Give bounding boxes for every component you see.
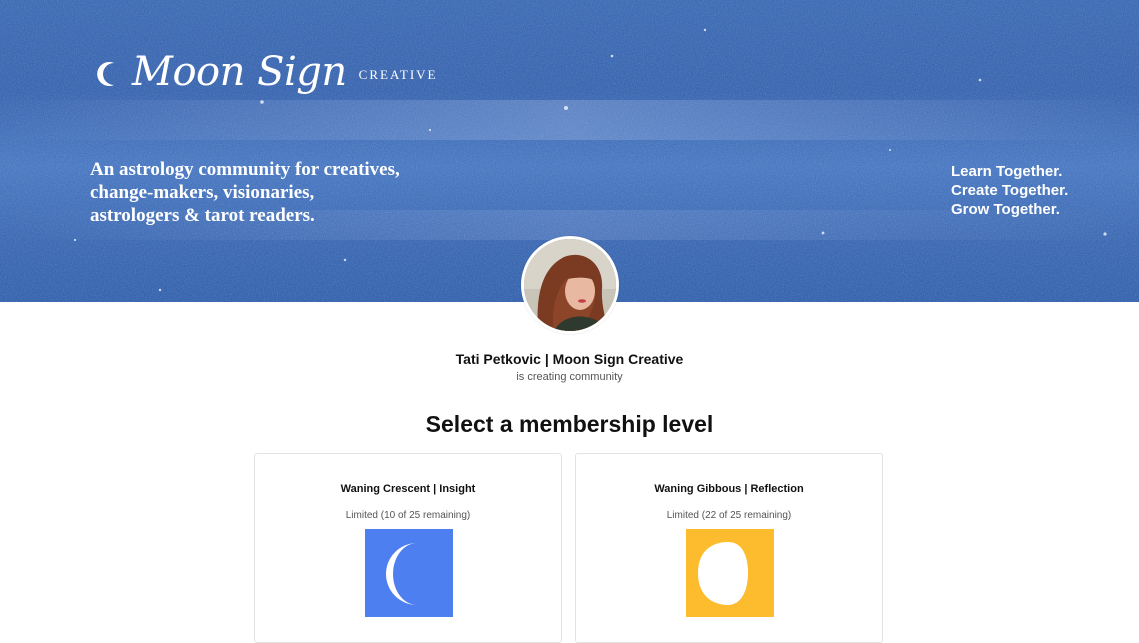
tier-card-waning-gibbous[interactable]: Waning Gibbous | Reflection Limited (22 …	[575, 453, 883, 643]
tier-name: Waning Gibbous | Reflection	[654, 483, 804, 495]
tagline-line: An astrology community for creatives,	[90, 159, 400, 180]
waning-crescent-moon-icon	[365, 529, 453, 617]
membership-heading: Select a membership level	[425, 411, 714, 437]
moon-sign-logo[interactable]: Moon Sign CREATIVE	[94, 44, 438, 100]
waning-gibbous-moon-icon	[686, 529, 774, 617]
community-motto: Learn Together. Create Together. Grow To…	[951, 162, 1068, 219]
motto-line: Grow Together.	[951, 201, 1060, 218]
motto-line: Learn Together.	[951, 163, 1063, 180]
tier-card-waning-crescent[interactable]: Waning Crescent | Insight Limited (10 of…	[254, 453, 562, 643]
tagline-line: change-makers, visionaries,	[90, 182, 315, 203]
tier-image	[365, 529, 453, 617]
creator-status: is creating community	[516, 371, 623, 383]
crescent-moon-icon	[97, 62, 114, 86]
creator-avatar[interactable]	[521, 236, 619, 334]
motto-line: Create Together.	[951, 182, 1069, 199]
tier-limit: Limited (10 of 25 remaining)	[345, 510, 471, 521]
logo-subtitle: CREATIVE	[358, 67, 438, 82]
tagline-line: astrologers & tarot readers.	[90, 205, 315, 226]
tier-image	[686, 529, 774, 617]
tier-limit: Limited (22 of 25 remaining)	[666, 510, 792, 521]
creator-portrait	[524, 239, 616, 331]
community-tagline: An astrology community for creatives, ch…	[90, 158, 490, 227]
tier-name: Waning Crescent | Insight	[340, 483, 476, 495]
creator-name[interactable]: Tati Petkovic | Moon Sign Creative	[0, 351, 1139, 367]
logo-wordmark: Moon Sign	[132, 49, 347, 95]
